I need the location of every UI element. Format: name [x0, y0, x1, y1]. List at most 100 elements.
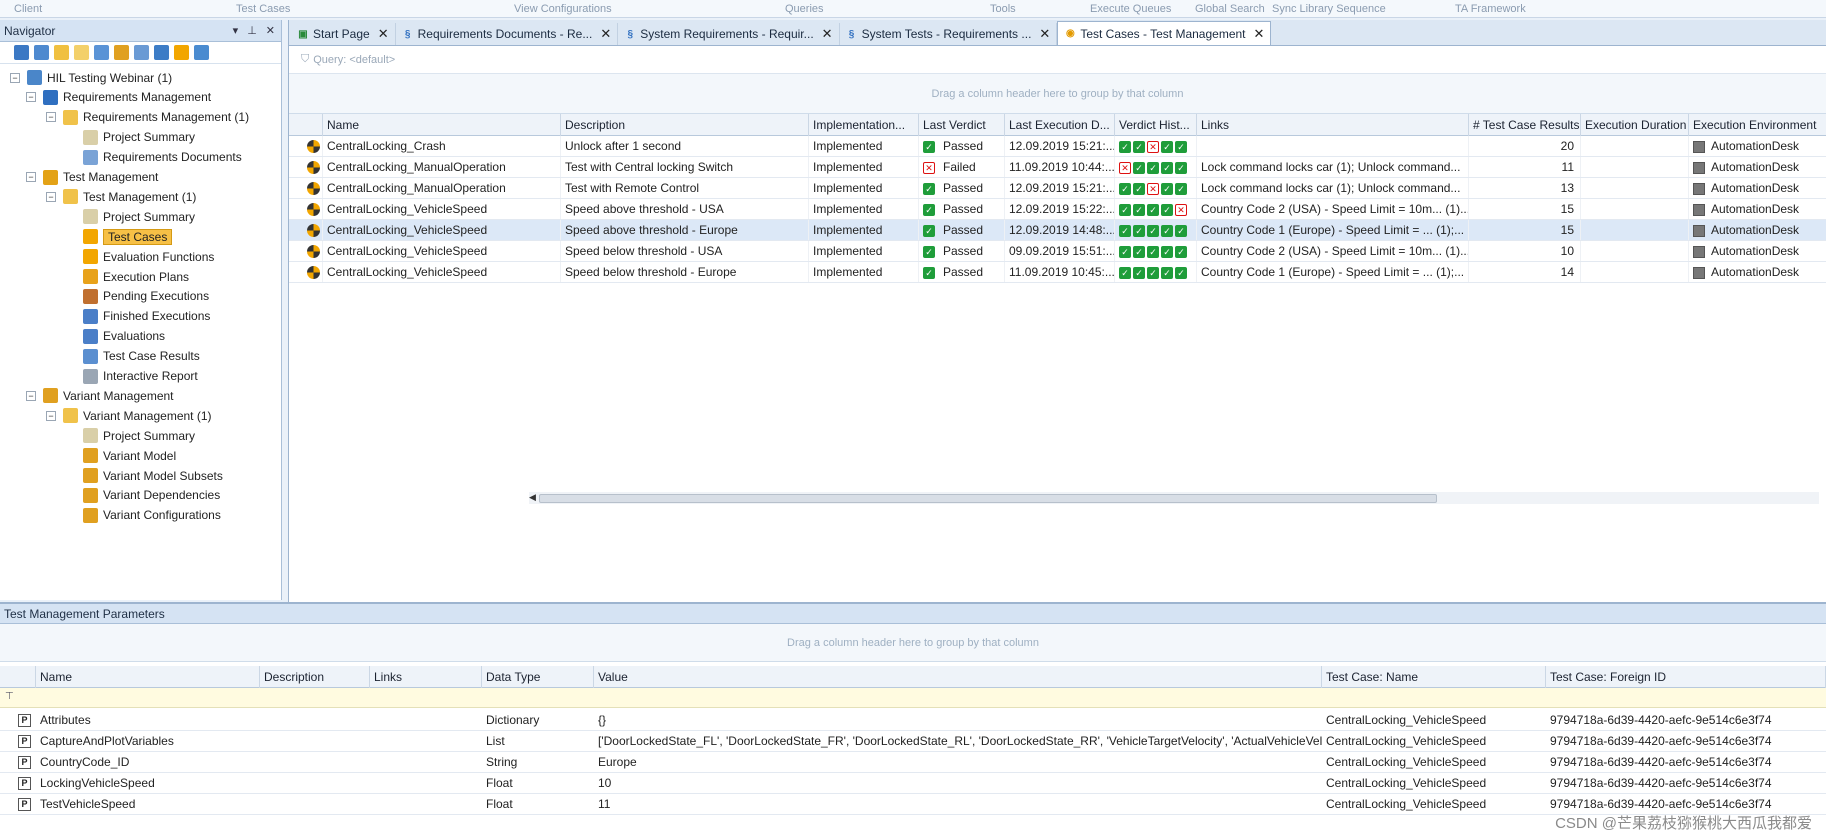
close-tab-icon[interactable]: ✕ [822, 26, 833, 42]
refresh-icon[interactable] [14, 45, 29, 60]
collapse-icon[interactable]: − [26, 92, 36, 103]
tree-item[interactable]: Variant Configurations [66, 506, 221, 525]
table-row[interactable]: P LockingVehicleSpeed Float 10 CentralLockin… [0, 773, 1826, 794]
filter-icon[interactable] [34, 45, 49, 60]
column-header[interactable]: Execution Environment [1689, 114, 1826, 136]
tree-item[interactable]: Variant Model [66, 446, 176, 465]
column-header[interactable]: Last Verdict [919, 114, 1005, 136]
column-header[interactable]: Implementation... [809, 114, 919, 136]
column-header[interactable]: Data Type [482, 666, 594, 688]
settings-icon[interactable] [194, 45, 209, 60]
ribbon-group-ta-framework[interactable]: TA Framework [1455, 3, 1526, 15]
link-icon[interactable] [134, 45, 149, 60]
group-by-area[interactable]: Drag a column header here to group by th… [289, 74, 1826, 114]
table-row[interactable]: CentralLocking_Crash Unlock after 1 secon… [289, 136, 1826, 157]
tree-item[interactable]: − Requirements Management [26, 88, 211, 107]
document-tab[interactable]: § System Tests - Requirements ... ✕ [840, 23, 1058, 45]
test-management-parameters-panel: Test Management Parameters Drag a column… [0, 602, 1826, 839]
table-row[interactable]: CentralLocking_ManualOperation Test with … [289, 157, 1826, 178]
close-tab-icon[interactable]: ✕ [1254, 26, 1265, 42]
tree-item[interactable]: Requirements Documents [66, 148, 242, 167]
ribbon-group-queries[interactable]: Queries [785, 3, 824, 15]
table-row[interactable]: CentralLocking_VehicleSpeed Speed above t… [289, 199, 1826, 220]
column-header[interactable]: Name [323, 114, 561, 136]
horizontal-scrollbar[interactable]: ◀ [529, 492, 1819, 504]
ribbon-group-execute-queues[interactable]: Execute Queues [1090, 3, 1171, 15]
collapse-icon[interactable]: − [26, 172, 36, 182]
scroll-left-icon[interactable]: ◀ [529, 492, 536, 503]
tree-item[interactable]: Project Summary [66, 128, 195, 147]
close-tab-icon[interactable]: ✕ [600, 26, 611, 42]
tree-item[interactable]: − Variant Management (1) [46, 406, 212, 425]
tree-item[interactable]: Pending Executions [66, 287, 209, 306]
variant-icon[interactable] [114, 45, 129, 60]
check-icon: ✓ [1161, 140, 1173, 153]
ribbon-group-test-cases[interactable]: Test Cases [236, 3, 290, 15]
ribbon-group-sync-library[interactable]: Sync Library Sequence [1272, 3, 1386, 15]
close-icon[interactable]: ✕ [266, 24, 275, 37]
column-header[interactable]: Description [561, 114, 809, 136]
tree-item[interactable]: Interactive Report [66, 367, 198, 386]
tree-item[interactable]: Evaluation Functions [66, 247, 214, 266]
document-tab[interactable]: § System Requirements - Requir... ✕ [618, 23, 840, 45]
table-row[interactable]: P TestVehicleSpeed Float 11 CentralLocking_V… [0, 794, 1826, 815]
tree-item[interactable]: Variant Model Subsets [66, 466, 223, 485]
column-header[interactable]: Value [594, 666, 1322, 688]
tree-item[interactable]: − Variant Management [26, 386, 174, 405]
document-tab[interactable]: ▣ Start Page ✕ [291, 23, 396, 45]
collapse-icon[interactable]: − [46, 112, 56, 123]
tree-item[interactable]: Test Case Results [66, 347, 200, 366]
ribbon-group-client[interactable]: Client [14, 3, 42, 15]
column-header[interactable]: Description [260, 666, 370, 688]
column-header[interactable]: # Test Case Results [1469, 114, 1581, 136]
folder-icon[interactable] [74, 45, 89, 60]
close-tab-icon[interactable]: ✕ [1039, 26, 1050, 42]
tree-item[interactable]: − Test Management [26, 168, 158, 187]
ribbon-group-view-configurations[interactable]: View Configurations [514, 3, 612, 15]
column-header[interactable]: Name [36, 666, 260, 688]
requirements-icon[interactable] [154, 45, 169, 60]
tree-item[interactable]: Evaluations [66, 327, 165, 346]
column-header[interactable]: Test Case: Name [1322, 666, 1546, 688]
table-row[interactable]: CentralLocking_VehicleSpeed Speed below t… [289, 262, 1826, 283]
tree-item[interactable]: − Requirements Management (1) [46, 108, 249, 127]
table-row[interactable]: P CountryCode_ID String Europe CentralLockin… [0, 752, 1826, 773]
tree-item[interactable]: Execution Plans [66, 267, 189, 286]
new-folder-icon[interactable] [54, 45, 69, 60]
tree-item[interactable]: − Test Management (1) [46, 187, 196, 206]
tree-item[interactable]: Variant Dependencies [66, 486, 220, 505]
table-row[interactable]: P CaptureAndPlotVariables List ['DoorLocked… [0, 731, 1826, 752]
collapse-icon[interactable]: − [46, 410, 56, 421]
tree-item[interactable]: Project Summary [66, 207, 195, 226]
params-group-by-area[interactable]: Drag a column header here to group by th… [0, 624, 1826, 662]
scrollbar-thumb[interactable] [539, 494, 1437, 503]
table-row[interactable]: CentralLocking_ManualOperation Test with … [289, 178, 1826, 199]
table-row[interactable]: CentralLocking_VehicleSpeed Speed below t… [289, 241, 1826, 262]
table-row[interactable]: CentralLocking_VehicleSpeed Speed above t… [289, 220, 1826, 241]
column-header[interactable]: Execution Duration [1581, 114, 1689, 136]
column-header[interactable]: Verdict Hist... [1115, 114, 1197, 136]
tree-item[interactable]: Project Summary [66, 426, 195, 445]
params-filter-row[interactable]: ⊤ [0, 688, 1826, 708]
pin-icon[interactable]: ⊥ [247, 24, 257, 37]
collapse-icon[interactable]: − [26, 390, 36, 401]
column-header[interactable]: Test Case: Foreign ID [1546, 666, 1826, 688]
collapse-icon[interactable]: − [10, 72, 20, 83]
dropdown-arrow-icon[interactable]: ▾ [233, 24, 239, 37]
tree-item[interactable]: − HIL Testing Webinar (1) [10, 68, 172, 87]
ribbon-group-tools[interactable]: Tools [990, 3, 1016, 15]
back-arrow-icon[interactable] [94, 45, 109, 60]
document-tab[interactable]: ◉ Test Cases - Test Management ✕ [1057, 21, 1272, 45]
column-header[interactable]: Links [370, 666, 482, 688]
close-tab-icon[interactable]: ✕ [378, 26, 389, 42]
tree-item[interactable]: Test Cases [66, 227, 173, 246]
collapse-icon[interactable]: − [46, 191, 56, 202]
column-header[interactable]: Links [1197, 114, 1469, 136]
document-tab[interactable]: § Requirements Documents - Re... ✕ [396, 23, 619, 45]
table-row[interactable]: P Attributes Dictionary {} CentralLocking_Ve… [0, 710, 1826, 731]
test-case-icon[interactable] [174, 45, 189, 60]
column-header[interactable]: Last Execution D... [1005, 114, 1115, 136]
ribbon-group-global-search[interactable]: Global Search [1195, 3, 1265, 15]
tree-item[interactable]: Finished Executions [66, 307, 210, 326]
query-bar[interactable]: ⛉ Query: <default> [289, 46, 1826, 74]
